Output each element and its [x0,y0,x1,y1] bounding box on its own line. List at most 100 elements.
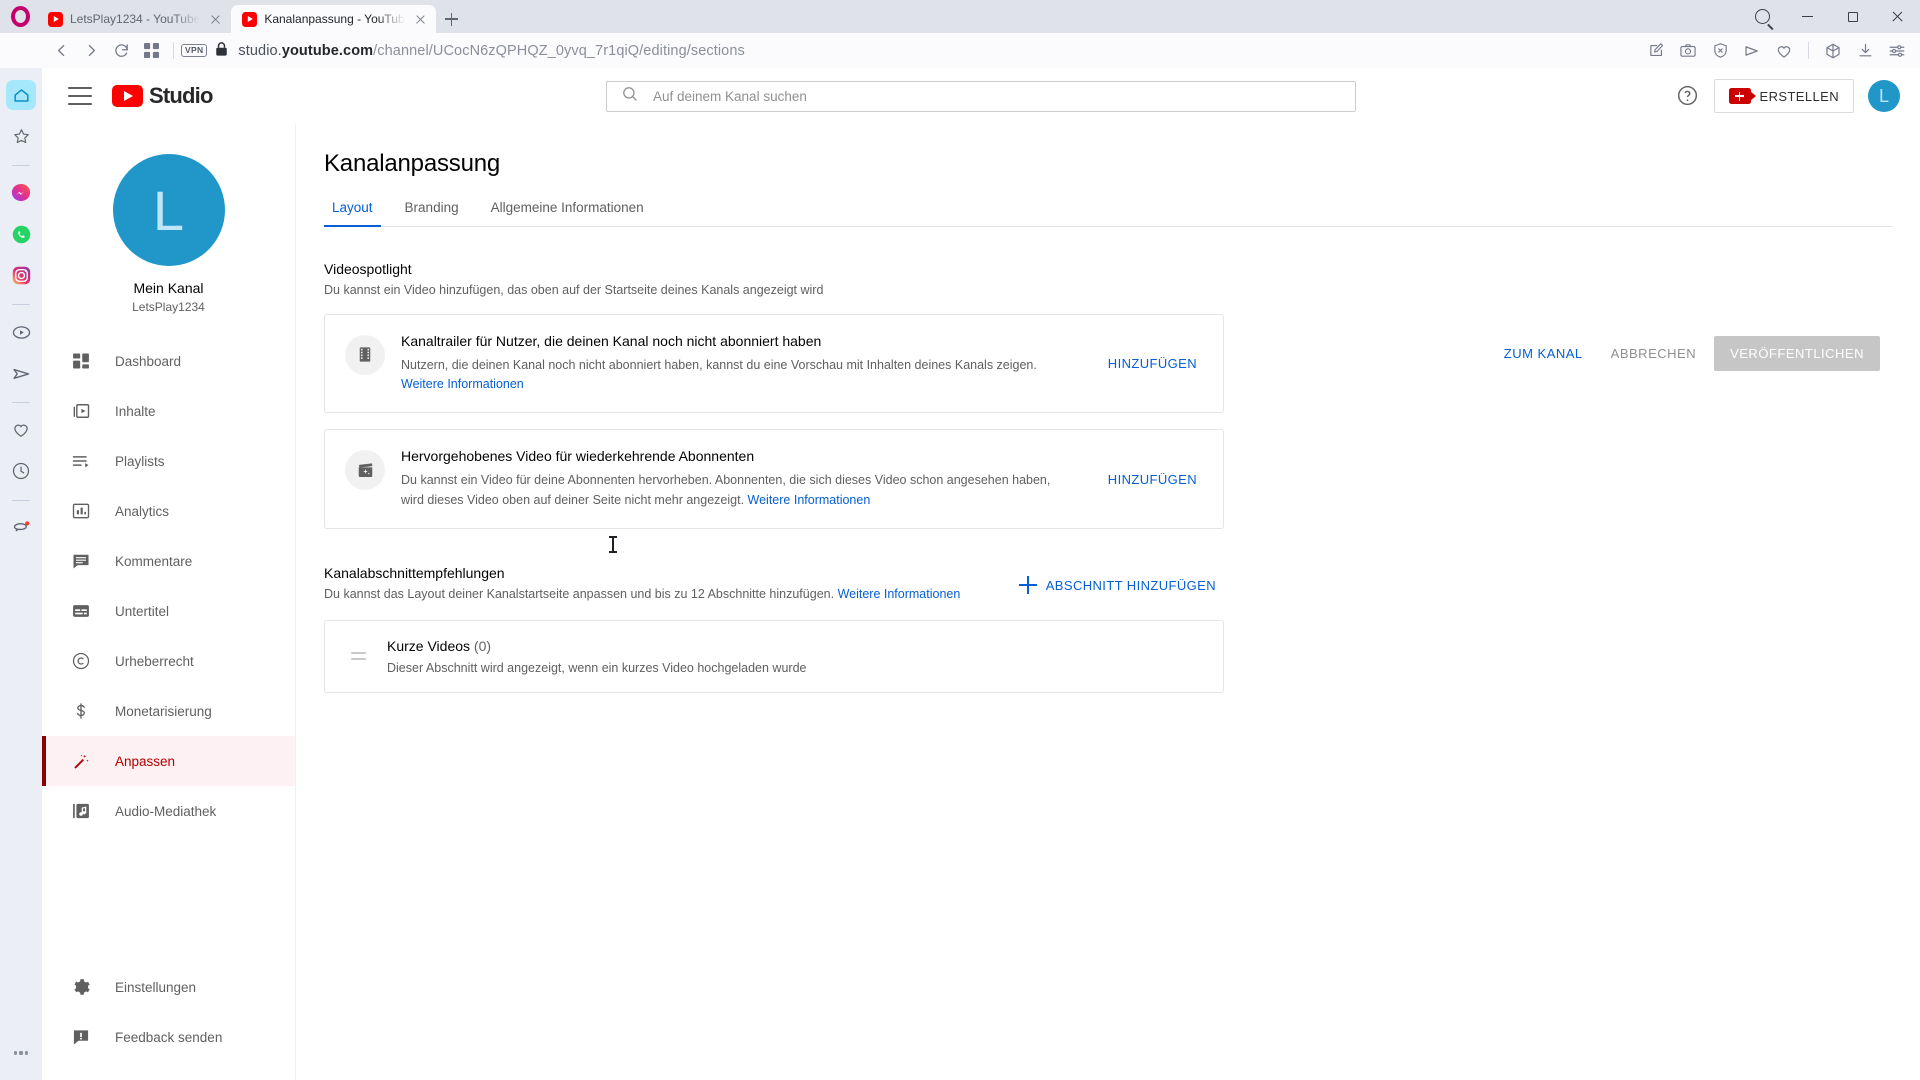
lock-icon[interactable] [215,42,228,59]
opera-logo-icon[interactable] [4,0,37,33]
view-channel-button[interactable]: ZUM KANAL [1494,337,1593,370]
pin-edit-icon[interactable] [1641,36,1671,66]
window-search-icon[interactable] [1740,0,1785,33]
add-featured-button[interactable]: HINZUFÜGEN [1102,464,1203,495]
tab-close-icon[interactable] [412,11,428,27]
player-icon[interactable] [6,317,36,347]
whatsapp-icon[interactable] [6,219,36,249]
publish-button[interactable]: VERÖFFENTLICHEN [1714,336,1880,371]
tab-grid-icon[interactable] [136,36,166,66]
section-row-kurze-videos[interactable]: Kurze Videos (0) Dieser Abschnitt wird a… [324,619,1224,693]
youtube-favicon-icon [242,11,258,27]
crypto-wallet-icon[interactable] [1818,36,1848,66]
toolbar-divider [173,42,174,59]
channel-avatar[interactable]: L [112,154,225,266]
instagram-icon[interactable] [6,260,36,290]
add-section-button[interactable]: ABSCHNITT HINZUFÜGEN [1011,569,1224,601]
send-telegram-icon[interactable] [1737,36,1767,66]
back-arrow-icon[interactable] [46,36,76,66]
sidebar-item-analytics[interactable]: Analytics [42,486,295,536]
tab-branding[interactable]: Branding [389,200,475,226]
sidebar-item-feedback[interactable]: Feedback senden [42,1012,295,1062]
address-bar-url[interactable]: studio.youtube.com/channel/UCocN6zQPHQZ_… [238,43,1641,59]
create-button[interactable]: ERSTELLEN [1713,79,1854,113]
add-section-label: ABSCHNITT HINZUFÜGEN [1045,577,1216,593]
vpn-badge[interactable]: VPN [181,43,208,58]
card-body: Hervorgehobenes Video für wiederkehrende… [401,448,1086,510]
speed-dial-star-icon[interactable] [6,121,36,151]
camera-snapshot-icon[interactable] [1673,36,1703,66]
search-icon [621,85,639,108]
sidebar-item-urheberrecht[interactable]: Urheberrecht [42,636,295,686]
tab-allgemeine-informationen[interactable]: Allgemeine Informationen [475,200,660,226]
avatar[interactable]: L [1868,80,1900,112]
tab-layout[interactable]: Layout [324,200,389,227]
spotlight-card-featured: Hervorgehobenes Video für wiederkehrende… [324,429,1224,529]
sidebar-item-anpassen[interactable]: Anpassen [42,736,295,786]
studio-body: L Mein Kanal LetsPlay1234 Dashboard Inha… [42,124,1920,1080]
new-tab-button[interactable] [436,5,466,33]
learn-more-link[interactable]: Weitere Informationen [748,493,871,507]
messenger-icon[interactable] [6,178,36,208]
sidebar-item-untertitel[interactable]: Untertitel [42,586,295,636]
easy-setup-icon[interactable] [1882,36,1912,66]
search-input[interactable]: Auf deinem Kanal suchen [606,80,1356,112]
learn-more-link[interactable]: Weitere Informationen [838,587,961,601]
drag-handle-icon[interactable] [345,652,371,660]
minimize-icon[interactable] [1785,0,1830,33]
sidebar-divider [12,402,30,403]
tab-close-icon[interactable] [207,11,223,27]
sections-section: Kanalabschnittempfehlungen Du kannst das… [324,565,1224,693]
channel-handle: LetsPlay1234 [132,300,205,314]
window-controls [1740,0,1920,33]
learn-more-link[interactable]: Weitere Informationen [401,377,524,391]
sidebar-item-dashboard[interactable]: Dashboard [42,336,295,386]
sidebar-item-label: Feedback senden [115,1029,223,1045]
heart-icon[interactable] [1769,36,1799,66]
add-trailer-button[interactable]: HINZUFÜGEN [1102,348,1203,379]
browser-window: LetsPlay1234 - YouTube Kanalanpassung - … [0,0,1920,1080]
sidebar-divider [12,165,30,166]
reload-icon[interactable] [106,36,136,66]
tips-lamp-icon[interactable] [6,513,36,543]
create-button-label: ERSTELLEN [1759,88,1839,104]
help-circle-icon[interactable] [1676,84,1700,108]
sidebar-item-monetarisierung[interactable]: Monetarisierung [42,686,295,736]
card-title: Hervorgehobenes Video für wiederkehrende… [401,448,755,465]
sidebar-item-einstellungen[interactable]: Einstellungen [42,962,295,1012]
search-placeholder: Auf deinem Kanal suchen [653,88,807,104]
browser-tab-2[interactable]: Kanalanpassung - YouTube [231,5,437,33]
studio-sidebar: L Mein Kanal LetsPlay1234 Dashboard Inha… [42,124,296,1080]
adblock-shield-icon[interactable] [1705,36,1735,66]
card-description: Du kannst ein Video für deine Abonnenten… [401,471,1076,510]
section-row-name: Kurze Videos [387,637,471,654]
download-icon[interactable] [1850,36,1880,66]
sidebar-item-audio-mediathek[interactable]: Audio-Mediathek [42,786,295,836]
sections-subtitle-text: Du kannst das Layout deiner Kanalstartse… [324,587,835,601]
sidebar-item-label: Analytics [115,503,170,519]
more-dots-icon[interactable] [6,1038,36,1068]
opera-sidebar [0,68,42,1080]
maximize-icon[interactable] [1830,0,1875,33]
content-video-icon [69,399,93,423]
browser-tab-1[interactable]: LetsPlay1234 - YouTube [37,5,231,33]
comments-icon [69,549,93,573]
magic-wand-icon [69,749,93,773]
card-title: Kanaltrailer für Nutzer, die deinen Kana… [401,332,822,349]
hamburger-menu-icon[interactable] [68,87,92,105]
sidebar-item-kommentare[interactable]: Kommentare [42,536,295,586]
telegram-icon[interactable] [6,358,36,388]
page-tabs: Layout Branding Allgemeine Informationen [324,200,1892,227]
analytics-bar-icon [69,499,93,523]
close-icon[interactable] [1875,0,1920,33]
sidebar-item-inhalte[interactable]: Inhalte [42,386,295,436]
sidebar-item-label: Einstellungen [115,979,197,995]
forward-arrow-icon[interactable] [76,36,106,66]
home-icon[interactable] [6,80,36,110]
history-clock-icon[interactable] [6,456,36,486]
spotlight-section-header: Videospotlight Du kannst ein Video hinzu… [324,261,1224,300]
sidebar-item-playlists[interactable]: Playlists [42,436,295,486]
heart-icon[interactable] [6,415,36,445]
cancel-button[interactable]: ABBRECHEN [1601,337,1706,370]
studio-logo[interactable]: Studio [112,83,213,109]
